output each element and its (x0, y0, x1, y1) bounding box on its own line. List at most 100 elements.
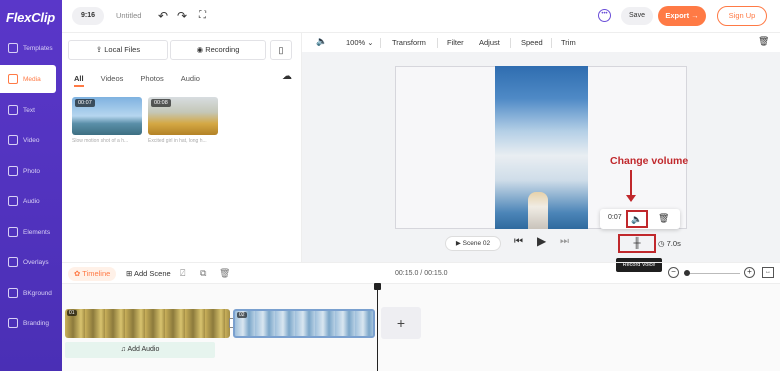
recording-button[interactable]: ◉ Recording (170, 40, 266, 60)
chat-icon[interactable]: ••• (598, 9, 611, 22)
duplicate-icon[interactable]: ⧉ (200, 268, 206, 279)
media-item-2[interactable]: 00:08 (148, 97, 218, 135)
duration-badge: 00:07 (75, 99, 95, 107)
sidebar-item-templates[interactable]: Templates (0, 34, 62, 62)
aspect-ratio-button[interactable]: 9:16 (72, 7, 104, 25)
previous-icon[interactable]: ⏮ (514, 236, 523, 247)
zoom-select[interactable]: 100% ⌄ (346, 38, 374, 47)
project-title[interactable]: Untitled (116, 11, 141, 20)
chevron-down-icon: ⌄ (367, 38, 374, 47)
clip-number: 01 (67, 310, 77, 316)
tab-photos[interactable]: Photos (140, 74, 163, 87)
flexclip-editor: FlexClip Templates Media Text Video Phot… (0, 0, 780, 371)
scene-selector[interactable]: ▶ Scene 02 (445, 236, 501, 251)
timeline-bar: ✿ Timeline ⊞ Add Scene ⍁ ⧉ 🗑 00:15.0 / 0… (62, 262, 780, 284)
sidebar-item-elements[interactable]: Elements (0, 218, 62, 246)
play-icon[interactable]: ▶ (537, 234, 546, 248)
tab-videos[interactable]: Videos (101, 74, 124, 87)
add-audio-button[interactable]: ♫ Add Audio (65, 342, 215, 358)
plus-box-icon: ⊞ (126, 269, 134, 278)
playhead-handle[interactable] (374, 283, 381, 290)
annotation-arrow (630, 170, 632, 197)
fit-timeline-icon[interactable]: ↔ (762, 267, 774, 278)
zoom-slider-handle[interactable] (684, 270, 690, 276)
undo-icon[interactable]: ↶ (158, 9, 168, 23)
zoom-out-icon[interactable]: − (668, 267, 679, 278)
clip-number: 02 (237, 312, 247, 318)
sidebar-item-branding[interactable]: Branding (0, 309, 62, 337)
fullscreen-icon[interactable]: ⛶ (199, 10, 206, 21)
zoom-slider-track[interactable] (684, 273, 740, 274)
local-files-button[interactable]: ⇪ Local Files (68, 40, 168, 60)
sidebar-item-video[interactable]: Video (0, 126, 62, 154)
media-item-1[interactable]: 00:07 (72, 97, 142, 135)
adjust-button[interactable]: Adjust (479, 38, 500, 47)
save-button[interactable]: Save (621, 7, 653, 25)
duration-badge: 00:08 (151, 99, 171, 107)
phone-icon: ▯ (278, 45, 284, 55)
divider (510, 38, 511, 48)
audio-icon (8, 196, 18, 206)
filter-button[interactable]: Filter (447, 38, 464, 47)
divider (551, 38, 552, 48)
media-caption: Slow motion shot of a h... (72, 138, 129, 144)
add-scene-button[interactable]: ⊞ Add Scene (126, 269, 171, 278)
play-small-icon: ▶ (455, 240, 463, 247)
sidebar-item-media[interactable]: Media (0, 65, 56, 93)
next-icon[interactable]: ⏭ (560, 236, 569, 247)
duration-display[interactable]: ◷ 7.0s (658, 239, 681, 248)
media-caption: Excited girl in hat, long h... (148, 138, 207, 144)
transform-button[interactable]: Transform (392, 38, 426, 47)
volume-icon[interactable]: 🔈 (316, 36, 327, 47)
delete-scene-icon[interactable]: 🗑 (219, 268, 230, 279)
split-icon[interactable]: ⍁ (180, 268, 185, 279)
speaker-icon: 🔈 (631, 214, 643, 224)
zoom-in-icon[interactable]: + (744, 267, 755, 278)
media-icon (8, 74, 18, 84)
tab-all[interactable]: All (74, 74, 84, 87)
timeline-time: 00:15.0 / 00:15.0 (395, 270, 448, 277)
upload-icon: ⇪ (95, 45, 105, 54)
sidebar-item-bkground[interactable]: BKground (0, 279, 62, 307)
audio-popup: 0:07 🔈 🗑 (600, 209, 680, 229)
volume-button[interactable]: 🔈 (626, 210, 648, 228)
playhead[interactable] (377, 284, 378, 371)
sign-up-button[interactable]: Sign Up (717, 6, 767, 26)
preview-toolbar: 🔈 100% ⌄ Transform Filter Adjust Speed T… (310, 33, 780, 52)
sidebar: FlexClip Templates Media Text Video Phot… (0, 0, 62, 371)
top-bar: 9:16 Untitled ↶ ↷ ⛶ ••• Save Export → Si… (62, 0, 780, 33)
timeline-icon: ✿ (74, 269, 83, 278)
export-button[interactable]: Export → (658, 6, 706, 26)
speed-button[interactable]: Speed (521, 38, 543, 47)
waveform-icon: ╫ (633, 238, 641, 249)
divider (437, 38, 438, 48)
record-voice-button[interactable]: ╫ (618, 234, 656, 253)
elements-icon (8, 227, 18, 237)
cloud-off-icon[interactable]: ☁ (282, 71, 292, 82)
add-clip-button[interactable]: + (381, 307, 421, 339)
redo-icon[interactable]: ↷ (177, 9, 187, 23)
trash-icon[interactable]: 🗑 (758, 36, 769, 47)
sidebar-item-overlays[interactable]: Overlays (0, 248, 62, 276)
text-icon (8, 105, 18, 115)
media-panel: ⇪ Local Files ◉ Recording ▯ All Videos P… (62, 33, 302, 262)
templates-icon (8, 43, 18, 53)
annotation-arrowhead (626, 195, 636, 202)
trim-button[interactable]: Trim (561, 38, 576, 47)
overlays-icon (8, 257, 18, 267)
scene-clip-2[interactable]: 02 (233, 309, 375, 338)
tab-audio[interactable]: Audio (181, 74, 200, 87)
timeline-tab[interactable]: ✿ Timeline (68, 267, 117, 281)
phone-upload-button[interactable]: ▯ (270, 40, 292, 60)
sidebar-item-audio[interactable]: Audio (0, 187, 62, 215)
app-logo: FlexClip (6, 10, 55, 25)
scene-clip-1[interactable]: 01 (65, 309, 230, 338)
sidebar-item-text[interactable]: Text (0, 96, 62, 124)
photo-icon (8, 166, 18, 176)
clock-icon: ◷ (658, 239, 667, 248)
delete-audio-icon[interactable]: 🗑 (658, 213, 669, 224)
sidebar-item-photo[interactable]: Photo (0, 157, 62, 185)
record-icon: ◉ (196, 45, 206, 54)
change-volume-annotation: Change volume (610, 155, 689, 167)
branding-icon (8, 318, 18, 328)
